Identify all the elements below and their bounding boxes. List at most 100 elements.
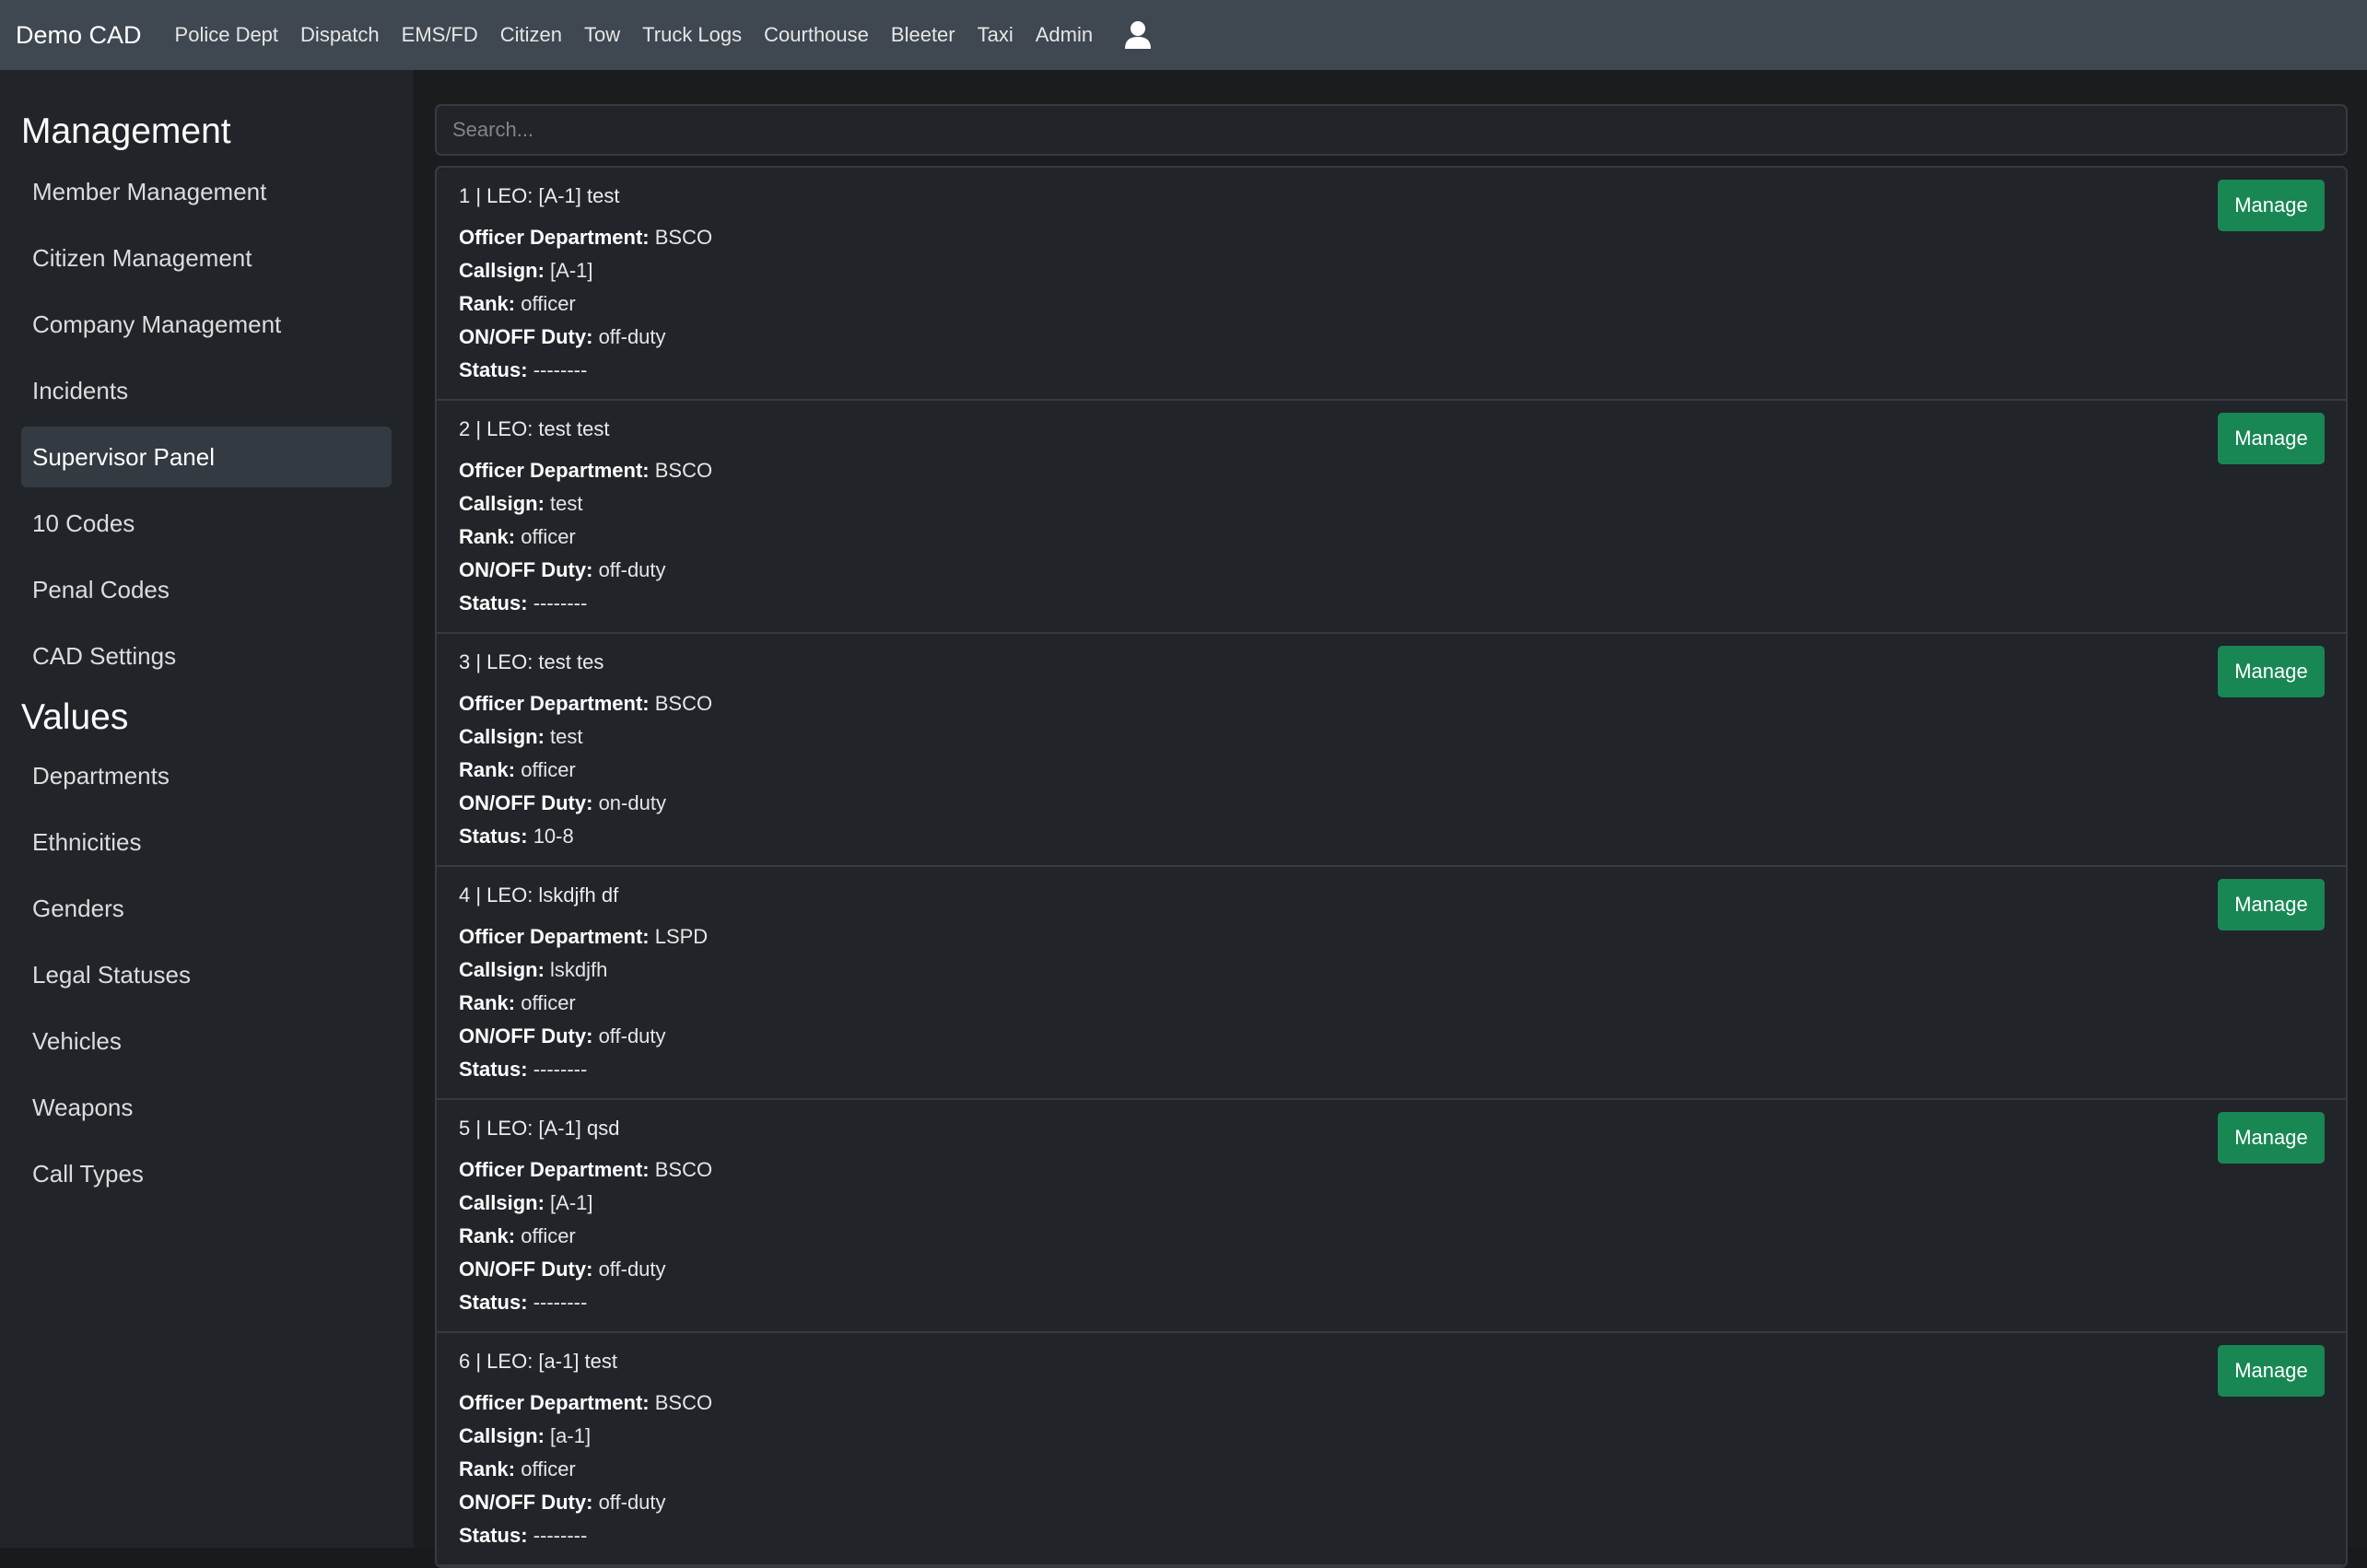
sidebar-item-weapons[interactable]: Weapons [21, 1077, 392, 1138]
brand-logo[interactable]: Demo CAD [16, 21, 142, 50]
user-icon[interactable] [1124, 20, 1152, 50]
officer-rank-label: Rank: [459, 758, 516, 781]
officer-department-label: Officer Department: [459, 226, 650, 249]
officer-title-value: 2 | LEO: test test [459, 417, 610, 440]
nav-link-ems-fd[interactable]: EMS/FD [402, 23, 478, 47]
officer-duty-value: on-duty [598, 791, 666, 814]
officer-list-item: 5 | LEO: [A-1] qsd Officer Department: B… [437, 1100, 2346, 1333]
sidebar-item-member-management[interactable]: Member Management [21, 161, 392, 222]
officer-callsign-label: Callsign: [459, 1424, 545, 1447]
officer-duty-label: ON/OFF Duty: [459, 325, 593, 348]
manage-button[interactable]: Manage [2218, 1112, 2325, 1164]
officer-rank-value: officer [521, 1224, 576, 1247]
officer-callsign-value: test [550, 725, 583, 748]
officer-rank-value: officer [521, 525, 576, 548]
nav-link-dispatch[interactable]: Dispatch [300, 23, 380, 47]
officer-duty-field: ON/OFF Duty: off-duty [459, 1253, 2346, 1286]
officer-duty-value: off-duty [598, 1024, 666, 1047]
officer-rank-label: Rank: [459, 292, 516, 315]
officer-status-value: 10-8 [533, 825, 574, 848]
officer-department-field: Officer Department: BSCO [459, 221, 2346, 254]
officer-status-value: -------- [533, 591, 588, 614]
manage-button[interactable]: Manage [2218, 879, 2325, 930]
sidebar-item-call-types[interactable]: Call Types [21, 1143, 392, 1204]
officer-status-value: -------- [533, 1524, 588, 1547]
officer-title-value: 4 | LEO: lskdjfh df [459, 883, 619, 907]
manage-button[interactable]: Manage [2218, 413, 2325, 464]
officer-callsign-value: test [550, 492, 583, 515]
sidebar-item-penal-codes[interactable]: Penal Codes [21, 559, 392, 620]
officer-department-value: BSCO [654, 1158, 713, 1181]
sidebar-item-legal-statuses[interactable]: Legal Statuses [21, 944, 392, 1005]
sidebar-item-supervisor-panel[interactable]: Supervisor Panel [21, 427, 392, 487]
nav-link-bleeter[interactable]: Bleeter [891, 23, 955, 47]
search-input[interactable] [435, 104, 2348, 156]
officer-callsign-field: Callsign: test [459, 487, 2346, 521]
officer-status-value: -------- [533, 358, 588, 381]
manage-button[interactable]: Manage [2218, 1345, 2325, 1397]
officer-callsign-value: [a-1] [550, 1424, 592, 1447]
values-heading: Values [21, 697, 129, 737]
sidebar-item-incidents[interactable]: Incidents [21, 360, 392, 421]
sidebar-item-citizen-management[interactable]: Citizen Management [21, 228, 392, 288]
officer-title-value: 3 | LEO: test tes [459, 650, 604, 673]
sidebar-item-vehicles[interactable]: Vehicles [21, 1011, 392, 1071]
officer-callsign-field: Callsign: [a-1] [459, 1420, 2346, 1453]
officer-callsign-label: Callsign: [459, 1191, 545, 1214]
nav-link-courthouse[interactable]: Courthouse [764, 23, 869, 47]
officer-rank-value: officer [521, 991, 576, 1014]
officer-status-field: Status: -------- [459, 354, 2346, 387]
officer-callsign-field: Callsign: [A-1] [459, 254, 2346, 287]
officer-department-label: Officer Department: [459, 692, 650, 715]
nav-link-taxi[interactable]: Taxi [978, 23, 1014, 47]
sidebar-item-ethnicities[interactable]: Ethnicities [21, 812, 392, 872]
top-navbar: Demo CAD Police Dept Dispatch EMS/FD Cit… [0, 0, 2367, 70]
sidebar-item-cad-settings[interactable]: CAD Settings [21, 626, 392, 686]
manage-button[interactable]: Manage [2218, 180, 2325, 231]
officer-title-value: 5 | LEO: [A-1] qsd [459, 1117, 620, 1140]
officer-rank-label: Rank: [459, 1224, 516, 1247]
officer-status-field: Status: -------- [459, 1286, 2346, 1319]
nav-link-citizen[interactable]: Citizen [500, 23, 562, 47]
sidebar-item-10-codes[interactable]: 10 Codes [21, 493, 392, 554]
sidebar-item-genders[interactable]: Genders [21, 878, 392, 939]
nav-link-police-dept[interactable]: Police Dept [175, 23, 279, 47]
officer-rank-field: Rank: officer [459, 754, 2346, 787]
officer-rank-value: officer [521, 292, 576, 315]
officer-department-label: Officer Department: [459, 459, 650, 482]
officer-duty-label: ON/OFF Duty: [459, 1024, 593, 1047]
officer-duty-field: ON/OFF Duty: off-duty [459, 1020, 2346, 1053]
nav-link-truck-logs[interactable]: Truck Logs [642, 23, 742, 47]
officer-status-value: -------- [533, 1058, 588, 1081]
nav-link-admin[interactable]: Admin [1036, 23, 1093, 47]
sidebar-item-company-management[interactable]: Company Management [21, 294, 392, 355]
officer-department-field: Officer Department: BSCO [459, 687, 2346, 720]
manage-button[interactable]: Manage [2218, 646, 2325, 697]
officer-duty-field: ON/OFF Duty: off-duty [459, 321, 2346, 354]
officer-duty-field: ON/OFF Duty: off-duty [459, 1486, 2346, 1519]
officer-callsign-value: [A-1] [550, 1191, 593, 1214]
officer-list-item: 4 | LEO: lskdjfh df Officer Department: … [437, 867, 2346, 1100]
officer-callsign-field: Callsign: test [459, 720, 2346, 754]
officer-list-item: 2 | LEO: test test Officer Department: B… [437, 401, 2346, 634]
officer-callsign-label: Callsign: [459, 958, 545, 981]
sidebar: Management Member Management Citizen Man… [0, 70, 414, 1548]
officer-rank-field: Rank: officer [459, 1220, 2346, 1253]
officer-status-label: Status: [459, 1524, 528, 1547]
officer-callsign-label: Callsign: [459, 725, 545, 748]
officer-duty-value: off-duty [598, 1491, 666, 1514]
officer-duty-label: ON/OFF Duty: [459, 1491, 593, 1514]
nav-link-tow[interactable]: Tow [584, 23, 620, 47]
officer-duty-field: ON/OFF Duty: off-duty [459, 554, 2346, 587]
officer-list-item: 3 | LEO: test tes Officer Department: BS… [437, 634, 2346, 867]
officer-department-value: BSCO [654, 692, 713, 715]
officer-department-field: Officer Department: BSCO [459, 1153, 2346, 1187]
officer-rank-value: officer [521, 1457, 576, 1480]
main-content: 1 | LEO: [A-1] test Officer Department: … [414, 70, 2367, 1568]
officer-status-label: Status: [459, 591, 528, 614]
officer-duty-label: ON/OFF Duty: [459, 791, 593, 814]
officer-callsign-value: lskdjfh [550, 958, 608, 981]
sidebar-item-departments[interactable]: Departments [21, 745, 392, 806]
officer-callsign-field: Callsign: lskdjfh [459, 954, 2346, 987]
officer-list-item: 6 | LEO: [a-1] test Officer Department: … [437, 1333, 2346, 1566]
